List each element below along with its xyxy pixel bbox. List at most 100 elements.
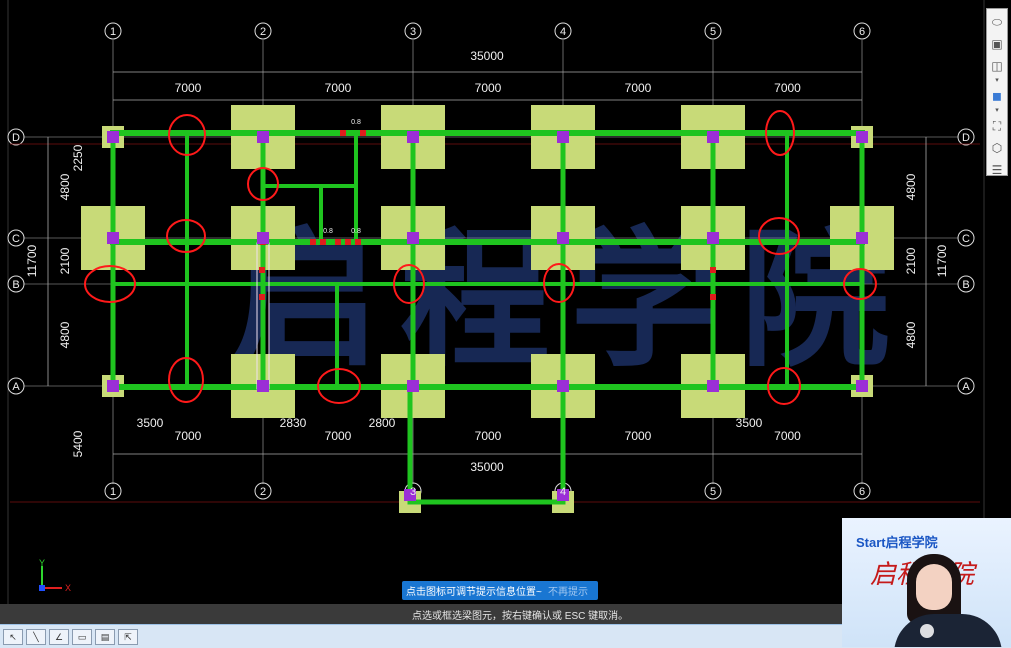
drawing-canvas[interactable]: 启程学院 112233445566A AB BC CD D350007000 7000 70… <box>0 0 1011 604</box>
beam-end-marker <box>355 239 361 245</box>
line-tool-icon[interactable]: ╲ <box>26 628 46 645</box>
axis-label-col: 2 <box>260 486 266 498</box>
column <box>856 232 868 244</box>
column <box>257 232 269 244</box>
dim-top-span: 7000 <box>774 81 801 95</box>
video-logo: Start启程学院 <box>856 535 938 550</box>
axis-label-row: A <box>12 381 20 393</box>
shape-icon[interactable]: ⬭ <box>989 14 1005 30</box>
column <box>257 380 269 392</box>
region-tool-icon[interactable]: ▭ <box>72 628 92 645</box>
axis-label-row: C <box>962 233 970 245</box>
axis-label-col: 2 <box>260 26 266 38</box>
column <box>707 380 719 392</box>
beam-end-marker <box>360 130 366 136</box>
column <box>557 131 569 143</box>
dim-left-ext: 5400 <box>71 430 85 457</box>
beam-end-marker <box>259 294 265 300</box>
axis-label-col: 4 <box>560 486 566 498</box>
dim-right-d-c: 4800 <box>904 173 918 200</box>
beam-end-marker <box>310 239 316 245</box>
dropdown-arrow-icon[interactable]: ▾ <box>989 77 1005 85</box>
dropdown-arrow-icon[interactable]: ▾ <box>989 107 1005 115</box>
dim-top-span: 7000 <box>175 81 202 95</box>
beam-end-marker <box>320 239 326 245</box>
dim-top-span: 7000 <box>325 81 352 95</box>
dim-bottom-partial-mid1: 2830 <box>280 416 307 430</box>
tip-dismiss-button[interactable]: 不再提示 <box>548 583 598 598</box>
axis-label-col: 4 <box>560 26 566 38</box>
dim-right-total: 11700 <box>935 244 949 277</box>
axis-label-col: 6 <box>859 486 865 498</box>
beam-end-marker <box>710 294 716 300</box>
dim-top-span: 7000 <box>475 81 502 95</box>
dim-bottom-span: 7000 <box>325 429 352 443</box>
column <box>107 131 119 143</box>
y-axis-label: Y <box>39 558 45 568</box>
axis-label-col: 1 <box>110 26 116 38</box>
column <box>107 380 119 392</box>
axis-label-row: D <box>12 132 20 144</box>
dim-bottom-partial-mid2: 2800 <box>369 416 396 430</box>
view-cube-icon[interactable]: ◫ <box>989 58 1005 74</box>
axis-label-col: 3 <box>410 26 416 38</box>
axis-label-row: C <box>12 233 20 245</box>
dim-top-span: 7000 <box>625 81 652 95</box>
dim-left-c-b: 2100 <box>58 247 72 274</box>
column <box>407 131 419 143</box>
column <box>707 232 719 244</box>
axis-label-row: B <box>962 279 969 291</box>
dim-bottom-partial-right: 3500 <box>736 416 763 430</box>
dim-top-total: 35000 <box>470 49 504 63</box>
column <box>107 232 119 244</box>
status-prompt: 点选或框选梁图元，按右键确认或 ESC 键取消。 <box>412 610 629 622</box>
column <box>856 380 868 392</box>
3d-box-icon[interactable]: ▣ <box>989 36 1005 52</box>
select-tool-icon[interactable]: ↖ <box>3 628 23 645</box>
dim-bottom-partial-left: 3500 <box>137 416 164 430</box>
axis-label-col: 6 <box>859 26 865 38</box>
column <box>557 232 569 244</box>
beam-end-marker <box>340 130 346 136</box>
solid-cube-icon[interactable]: ◼ <box>989 88 1005 104</box>
instructor-face <box>916 564 952 610</box>
axis-label-row: A <box>962 381 970 393</box>
view-toolbar: ⬭ ▣ ◫ ▾ ◼ ▾ ⛶ ⬡ ☰ <box>986 8 1008 178</box>
dim-bottom-span: 7000 <box>625 429 652 443</box>
settings-cube-icon[interactable]: ⬡ <box>989 140 1005 156</box>
dim-right-b-a: 4800 <box>904 321 918 348</box>
axis-label-col: 5 <box>710 486 716 498</box>
tip-bar[interactable]: 点击图标可调节提示信息位置~ 不再提示 <box>402 581 598 600</box>
dim-bottom-span: 7000 <box>475 429 502 443</box>
fullscreen-icon[interactable]: ⛶ <box>989 118 1005 134</box>
dim-left-b-a: 4800 <box>58 321 72 348</box>
play-icon[interactable] <box>920 624 934 638</box>
column <box>856 131 868 143</box>
print-icon[interactable]: ▤ <box>95 628 115 645</box>
axis-label-row: B <box>12 279 19 291</box>
column <box>407 380 419 392</box>
column <box>407 232 419 244</box>
checklist-icon[interactable]: ☰ <box>989 162 1005 178</box>
dim-small-tag: 0.8 <box>323 228 333 235</box>
beam-end-marker <box>710 267 716 273</box>
column <box>257 131 269 143</box>
instructor-video: Start启程学院 启程学院 <box>842 518 1011 647</box>
dim-bottom-total: 35000 <box>470 460 504 474</box>
angle-tool-icon[interactable]: ∠ <box>49 628 69 645</box>
dim-bottom-span: 7000 <box>774 429 801 443</box>
column <box>557 380 569 392</box>
axis-label-col: 1 <box>110 486 116 498</box>
dim-small-tag: 0.8 <box>351 228 361 235</box>
axis-label-col: 3 <box>410 486 416 498</box>
cursor-icon[interactable]: ⇱ <box>118 628 138 645</box>
dim-right-c-b: 2100 <box>904 247 918 274</box>
column <box>707 131 719 143</box>
dim-bottom-span: 7000 <box>175 429 202 443</box>
tip-message: 点击图标可调节提示信息位置~ <box>406 587 542 598</box>
dim-left-total: 11700 <box>25 244 39 277</box>
beam-end-marker <box>335 239 341 245</box>
dim-left-d-partial: 2250 <box>71 144 85 171</box>
beam-end-marker <box>259 267 265 273</box>
beam-end-marker <box>345 239 351 245</box>
